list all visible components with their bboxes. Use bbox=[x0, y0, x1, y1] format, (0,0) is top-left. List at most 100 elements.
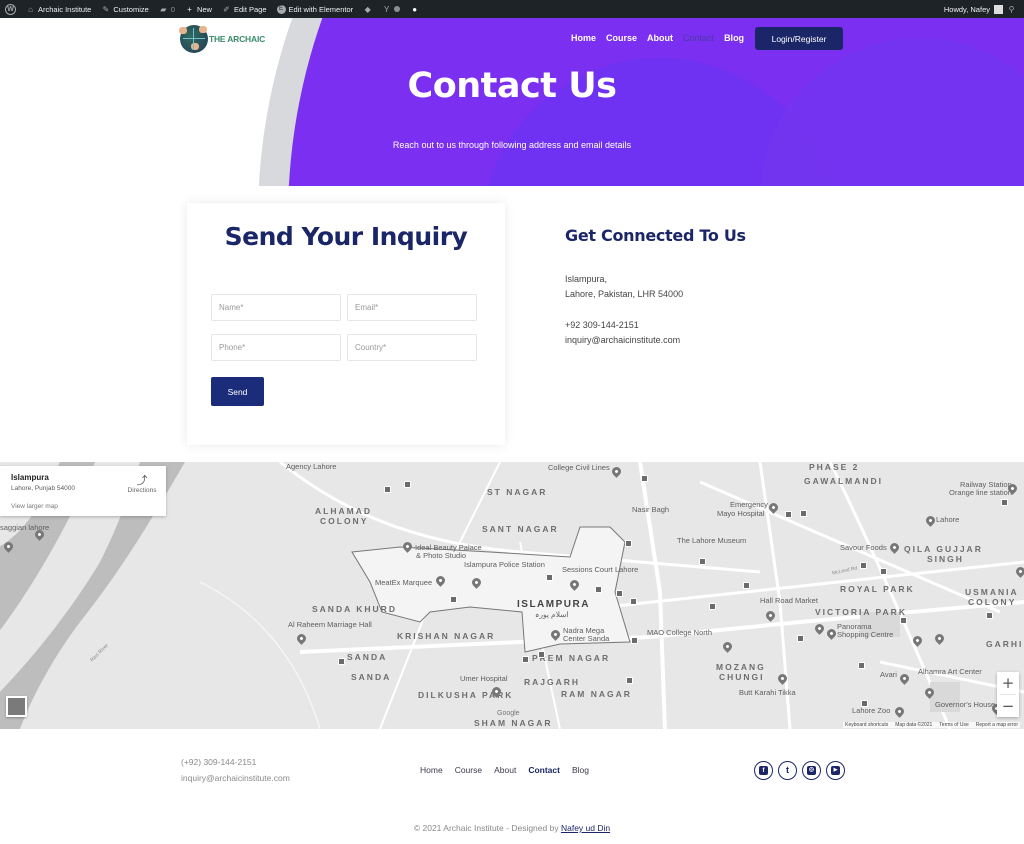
nav-contact[interactable]: Contact bbox=[683, 33, 714, 43]
terms-link[interactable]: Terms of Use bbox=[939, 722, 968, 728]
phone-field[interactable] bbox=[211, 334, 341, 361]
transit-stop-icon[interactable] bbox=[630, 598, 637, 605]
site-logo[interactable]: THE ARCHAIC bbox=[179, 25, 265, 53]
name-field[interactable] bbox=[211, 294, 341, 321]
designer-link[interactable]: Nafey ud Din bbox=[561, 823, 610, 833]
transit-stop-icon[interactable] bbox=[797, 635, 804, 642]
customize-label: Customize bbox=[113, 4, 149, 14]
youtube-link[interactable]: ▶ bbox=[826, 761, 845, 780]
zoom-out-button[interactable]: − bbox=[997, 695, 1019, 717]
footer-nav-contact[interactable]: Contact bbox=[528, 765, 560, 775]
copyright: © 2021 Archaic Institute - Designed by N… bbox=[0, 823, 1024, 833]
report-error-link[interactable]: Report a map error bbox=[976, 722, 1018, 728]
transit-stop-icon[interactable] bbox=[858, 662, 865, 669]
transit-stop-icon[interactable] bbox=[546, 574, 553, 581]
map-label: MAO College North bbox=[647, 628, 713, 637]
nav-blog[interactable]: Blog bbox=[724, 33, 744, 43]
transit-stop-icon[interactable] bbox=[616, 590, 623, 597]
map-label: Savour Foods bbox=[840, 543, 887, 552]
keyboard-shortcuts-link[interactable]: Keyboard shortcuts bbox=[845, 722, 888, 728]
transit-stop-icon[interactable] bbox=[785, 511, 792, 518]
directions-label: Directions bbox=[127, 487, 157, 494]
footer-nav-home[interactable]: Home bbox=[420, 765, 443, 775]
new-content-menu[interactable]: + New bbox=[180, 0, 217, 18]
diamond-plugin-menu[interactable]: ◆ bbox=[358, 0, 377, 18]
edit-with-elementor-link[interactable]: E Edit with Elementor bbox=[272, 0, 359, 18]
view-larger-map-link[interactable]: View larger map bbox=[11, 503, 58, 510]
footer-email[interactable]: inquiry@archaicinstitute.com bbox=[181, 773, 290, 783]
email-field[interactable] bbox=[347, 294, 477, 321]
nav-about[interactable]: About bbox=[647, 33, 673, 43]
transit-stop-icon[interactable] bbox=[384, 486, 391, 493]
google-map[interactable]: Agency Lahore saggian lahore ALHAMAD COL… bbox=[0, 462, 1024, 729]
transit-stop-icon[interactable] bbox=[986, 612, 993, 619]
transit-stop-icon[interactable] bbox=[861, 700, 868, 707]
contact-info-title: Get Connected To Us bbox=[565, 226, 746, 245]
globe-hands-icon bbox=[179, 25, 208, 53]
map-label: Center Sanda bbox=[563, 634, 610, 643]
directions-button[interactable]: ⤴ Directions bbox=[125, 475, 159, 494]
user-avatar[interactable] bbox=[994, 4, 1003, 14]
facebook-link[interactable]: f bbox=[754, 761, 773, 780]
user-switch-menu[interactable]: ● bbox=[405, 0, 424, 18]
transit-stop-icon[interactable] bbox=[1001, 499, 1008, 506]
site-name-menu[interactable]: ⌂ Archaic Institute bbox=[21, 0, 96, 18]
transit-stop-icon[interactable] bbox=[450, 596, 457, 603]
map-label: Emergency bbox=[730, 500, 768, 509]
transit-stop-icon[interactable] bbox=[522, 656, 529, 663]
comments-link[interactable]: ▰ 0 bbox=[154, 0, 180, 18]
login-register-button[interactable]: Login/Register bbox=[755, 27, 843, 50]
transit-stop-icon[interactable] bbox=[625, 540, 632, 547]
transit-stop-icon[interactable] bbox=[743, 582, 750, 589]
map-label: SINGH bbox=[927, 554, 964, 564]
map-label: MOZANG bbox=[716, 662, 766, 672]
footer-phone[interactable]: (+92) 309-144-2151 bbox=[181, 757, 256, 767]
footer-nav-about[interactable]: About bbox=[494, 765, 516, 775]
transit-stop-icon[interactable] bbox=[538, 651, 545, 658]
pencil-icon: ✐ bbox=[223, 4, 230, 14]
wp-logo-menu[interactable]: W bbox=[0, 0, 21, 18]
footer-nav-blog[interactable]: Blog bbox=[572, 765, 589, 775]
map-label: Alhamra Art Center bbox=[918, 667, 982, 676]
map-label: Nasir Bagh bbox=[632, 505, 670, 514]
zoom-in-button[interactable]: + bbox=[997, 672, 1019, 694]
transit-stop-icon[interactable] bbox=[709, 603, 716, 610]
transit-stop-icon[interactable] bbox=[800, 510, 807, 517]
contact-email[interactable]: inquiry@archaicinstitute.com bbox=[565, 335, 680, 345]
plus-icon: + bbox=[187, 4, 192, 14]
country-field[interactable] bbox=[347, 334, 477, 361]
transit-stop-icon[interactable] bbox=[900, 617, 907, 624]
transit-stop-icon[interactable] bbox=[699, 558, 706, 565]
hand-shape bbox=[199, 26, 207, 33]
comment-icon: ▰ bbox=[160, 4, 167, 14]
transit-stop-icon[interactable] bbox=[641, 475, 648, 482]
contact-phone[interactable]: +92 309-144-2151 bbox=[565, 320, 639, 330]
twitter-link[interactable]: t bbox=[778, 761, 797, 780]
transit-stop-icon[interactable] bbox=[880, 568, 887, 575]
map-label: RAJGARH bbox=[524, 677, 581, 687]
edit-page-link[interactable]: ✐ Edit Page bbox=[217, 0, 272, 18]
transit-stop-icon[interactable] bbox=[626, 677, 633, 684]
footer-nav-course[interactable]: Course bbox=[455, 765, 482, 775]
nav-home[interactable]: Home bbox=[571, 33, 596, 43]
map-label: GAWALMANDI bbox=[804, 476, 884, 486]
transit-stop-icon[interactable] bbox=[338, 658, 345, 665]
transit-stop-icon[interactable] bbox=[404, 481, 411, 488]
yoast-menu[interactable]: Y bbox=[377, 0, 405, 18]
map-label: RAM NAGAR bbox=[561, 689, 632, 699]
satellite-toggle[interactable] bbox=[6, 696, 27, 717]
map-label: The Lahore Museum bbox=[677, 536, 747, 545]
page-subtitle: Reach out to us through following addres… bbox=[392, 140, 632, 150]
instagram-link[interactable]: ◎ bbox=[802, 761, 821, 780]
transit-stop-icon[interactable] bbox=[860, 562, 867, 569]
customize-link[interactable]: ✎ Customize bbox=[96, 0, 153, 18]
howdy-greeting[interactable]: Howdy, Nafey bbox=[944, 5, 990, 14]
nav-course[interactable]: Course bbox=[606, 33, 637, 43]
send-button[interactable]: Send bbox=[211, 377, 264, 406]
map-label: SHAM NAGAR bbox=[474, 718, 553, 728]
search-icon[interactable]: ⚲ bbox=[1007, 5, 1016, 14]
transit-stop-icon[interactable] bbox=[631, 637, 638, 644]
map-label: ST NAGAR bbox=[487, 487, 548, 497]
road bbox=[199, 581, 321, 729]
transit-stop-icon[interactable] bbox=[595, 586, 602, 593]
